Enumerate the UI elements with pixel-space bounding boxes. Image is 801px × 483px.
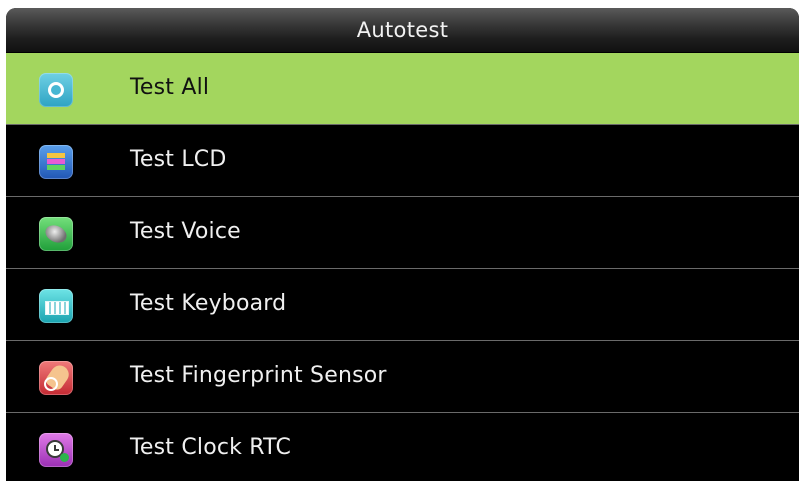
menu-item-test-clock-rtc[interactable]: Test Clock RTC bbox=[6, 413, 799, 481]
menu-item-test-lcd[interactable]: Test LCD bbox=[6, 125, 799, 197]
title-bar: Autotest bbox=[6, 8, 799, 53]
menu-item-test-all[interactable]: Test All bbox=[6, 53, 799, 125]
menu-item-label: Test Fingerprint Sensor bbox=[130, 363, 387, 388]
menu-item-label: Test LCD bbox=[130, 147, 227, 172]
page-title: Autotest bbox=[356, 18, 449, 42]
menu-item-label: Test Voice bbox=[130, 219, 241, 244]
keyboard-icon bbox=[39, 289, 73, 323]
menu-item-label: Test Keyboard bbox=[130, 291, 287, 316]
autotest-menu: Test All Test LCD Test Voice Test Keyboa… bbox=[6, 53, 799, 481]
test-all-icon bbox=[39, 73, 73, 107]
menu-item-label: Test Clock RTC bbox=[130, 435, 292, 460]
clock-icon bbox=[39, 433, 73, 467]
lcd-icon bbox=[39, 145, 73, 179]
menu-item-test-keyboard[interactable]: Test Keyboard bbox=[6, 269, 799, 341]
menu-item-label: Test All bbox=[130, 75, 210, 100]
speaker-icon bbox=[39, 217, 73, 251]
menu-item-test-fingerprint-sensor[interactable]: Test Fingerprint Sensor bbox=[6, 341, 799, 413]
menu-item-test-voice[interactable]: Test Voice bbox=[6, 197, 799, 269]
fingerprint-icon bbox=[39, 361, 73, 395]
device-screen: Autotest Test All Test LCD Test Voice Te… bbox=[6, 8, 799, 481]
